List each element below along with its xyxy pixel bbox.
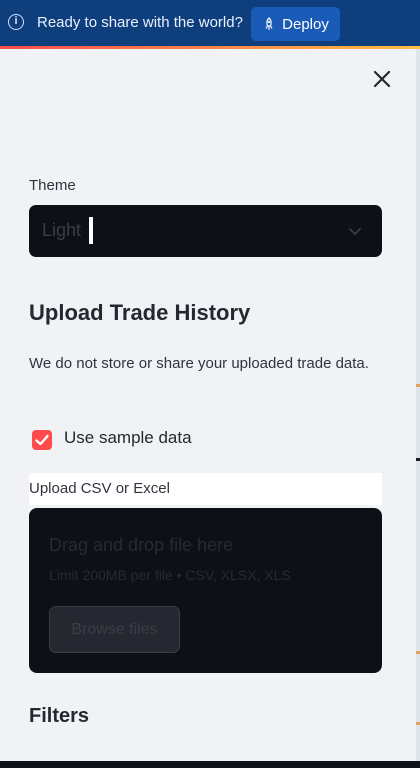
main-area-mark bbox=[416, 458, 420, 461]
info-icon: i bbox=[8, 14, 24, 30]
deploy-label: Deploy bbox=[282, 15, 329, 33]
browse-files-button[interactable]: Browse files bbox=[49, 606, 180, 653]
theme-label: Theme bbox=[29, 177, 76, 194]
deploy-button[interactable]: Deploy bbox=[251, 7, 340, 41]
file-dropzone[interactable]: Drag and drop file here Limit 200MB per … bbox=[29, 508, 382, 673]
sample-data-label[interactable]: Use sample data bbox=[64, 428, 192, 448]
main-area-mark bbox=[416, 722, 420, 725]
chevron-down-icon bbox=[349, 228, 361, 236]
sample-data-checkbox[interactable] bbox=[32, 430, 52, 450]
main-area-edge bbox=[416, 49, 420, 768]
bottom-edge bbox=[0, 761, 420, 768]
deploy-banner: i Ready to share with the world? Deploy bbox=[0, 0, 420, 48]
main-area-mark bbox=[416, 651, 420, 654]
theme-select[interactable]: Light bbox=[29, 205, 382, 257]
dropzone-title: Drag and drop file here bbox=[49, 535, 234, 555]
theme-select-value: Light bbox=[42, 220, 82, 240]
rocket-icon bbox=[265, 17, 273, 30]
filters-heading: Filters bbox=[29, 705, 90, 727]
text-cursor bbox=[89, 217, 93, 244]
upload-heading: Upload Trade History bbox=[29, 300, 251, 325]
banner-message: Ready to share with the world? bbox=[37, 14, 243, 31]
checkmark-icon bbox=[35, 434, 49, 446]
upload-label: Upload CSV or Excel bbox=[29, 480, 170, 497]
main-area-mark bbox=[416, 384, 420, 387]
privacy-note: We do not store or share your uploaded t… bbox=[29, 355, 369, 372]
close-icon[interactable] bbox=[370, 67, 394, 91]
dropzone-limit: Limit 200MB per file • CSV, XLSX, XLS bbox=[49, 567, 291, 583]
